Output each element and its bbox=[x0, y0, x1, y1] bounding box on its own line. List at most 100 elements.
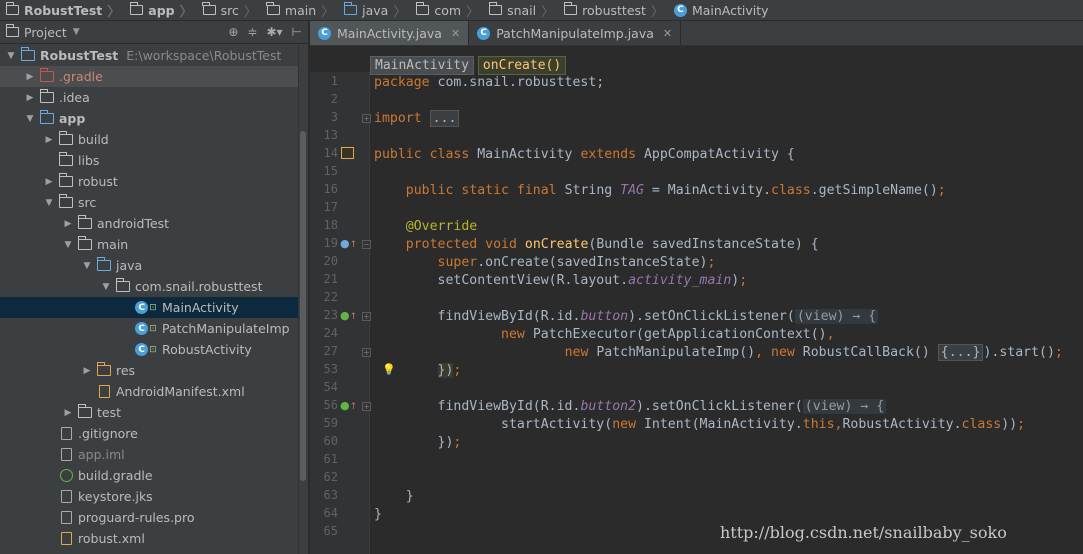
tree-node-app[interactable]: ▼ app bbox=[0, 108, 298, 129]
line-number: 20 bbox=[323, 254, 338, 268]
breadcrumb-label: snail bbox=[507, 2, 537, 18]
tree-node-gitignore[interactable]: .gitignore bbox=[0, 423, 298, 444]
hide-panel-icon[interactable]: ⊢ bbox=[292, 25, 302, 39]
view-dropdown-icon[interactable]: ▼ bbox=[73, 27, 80, 37]
class-gutter-icon[interactable] bbox=[340, 147, 354, 162]
folder-icon bbox=[39, 89, 55, 105]
tree-node-keystore-jks[interactable]: keystore.jks bbox=[0, 486, 298, 507]
expanded-arrow-icon[interactable]: ▼ bbox=[80, 261, 94, 271]
expanded-arrow-icon[interactable]: ▼ bbox=[23, 114, 37, 124]
tree-node-label: androidTest bbox=[97, 216, 170, 231]
tree-node-label: keystore.jks bbox=[78, 489, 153, 504]
tree-node-label: app.iml bbox=[78, 447, 125, 462]
fold-collapse-icon[interactable]: − bbox=[362, 240, 371, 249]
tree-node-androidmanifest-xml[interactable]: AndroidManifest.xml bbox=[0, 381, 298, 402]
breadcrumb-item[interactable]: java 〉 bbox=[338, 0, 410, 20]
breadcrumb-item[interactable]: main 〉 bbox=[261, 0, 338, 20]
tree-node-androidtest[interactable]: ▶ androidTest bbox=[0, 213, 298, 234]
close-tab-icon[interactable]: ✕ bbox=[663, 27, 672, 40]
tree-node-label: com.snail.robusttest bbox=[135, 279, 263, 294]
tree-node-proguard-rules-pro[interactable]: proguard-rules.pro bbox=[0, 507, 298, 528]
breadcrumb-item[interactable]: robusttest 〉 bbox=[558, 0, 668, 20]
navigation-bar: RobustTest 〉 app 〉 src 〉 main 〉 java 〉 com 〉 snail 〉 r… bbox=[0, 0, 1083, 21]
package-folder-icon bbox=[563, 2, 578, 15]
tree-node-robust-xml[interactable]: robust.xml bbox=[0, 528, 298, 549]
collapsed-arrow-icon[interactable]: ▶ bbox=[61, 219, 75, 229]
expanded-arrow-icon[interactable]: ▼ bbox=[42, 198, 56, 208]
line-number: 16 bbox=[323, 182, 338, 196]
editor-tab[interactable]: C PatchManipulateImp.java ✕ bbox=[469, 21, 682, 45]
project-view-title[interactable]: Project bbox=[24, 25, 67, 40]
tree-node-res[interactable]: ▶ res bbox=[0, 360, 298, 381]
gradle-file-icon bbox=[58, 469, 74, 483]
tree-node-gradle[interactable]: ▶ .gradle bbox=[0, 66, 298, 87]
collapsed-arrow-icon[interactable]: ▶ bbox=[42, 177, 56, 187]
close-tab-icon[interactable]: ✕ bbox=[451, 27, 460, 40]
tree-node-label: .gradle bbox=[59, 69, 103, 84]
tree-node-build[interactable]: ▶ build bbox=[0, 129, 298, 150]
project-scrollbar-thumb[interactable] bbox=[300, 131, 306, 481]
breadcrumb-item[interactable]: snail 〉 bbox=[483, 0, 558, 20]
implements-method-icon[interactable]: ●↑ bbox=[340, 309, 357, 322]
tree-node-test[interactable]: ▶ test bbox=[0, 402, 298, 423]
tree-node-java[interactable]: ▼ java bbox=[0, 255, 298, 276]
tree-node-idea[interactable]: ▶ .idea bbox=[0, 87, 298, 108]
tree-node-label: AndroidManifest.xml bbox=[116, 384, 245, 399]
code-line: } bbox=[374, 489, 414, 504]
module-folder-icon bbox=[39, 110, 55, 126]
tree-node-app-iml[interactable]: app.iml bbox=[0, 444, 298, 465]
tree-node-robust[interactable]: ▶ robust bbox=[0, 171, 298, 192]
java-class-icon: C ⊡ bbox=[134, 322, 158, 336]
breadcrumb-separator-icon: 〉 bbox=[243, 4, 257, 20]
tree-node-main[interactable]: ▼ main bbox=[0, 234, 298, 255]
breadcrumb-item[interactable]: com 〉 bbox=[410, 0, 483, 20]
file-icon bbox=[58, 511, 74, 525]
expanded-arrow-icon[interactable]: ▼ bbox=[4, 51, 18, 61]
tree-node-libs[interactable]: libs bbox=[0, 150, 298, 171]
expanded-arrow-icon[interactable]: ▼ bbox=[61, 240, 75, 250]
fold-expand-icon[interactable]: + bbox=[362, 312, 371, 321]
collapsed-arrow-icon[interactable]: ▶ bbox=[80, 366, 94, 376]
tree-node-patchmanipulateimp[interactable]: C ⊡ PatchManipulateImp bbox=[0, 318, 298, 339]
editor-gutter: 1 2 3 +13 14 15 16 17 18 19 ●↑ −20 21 22 23 ●↑ +24 27 +53 5… bbox=[310, 72, 371, 554]
folder-icon bbox=[58, 173, 74, 189]
tree-node-src[interactable]: ▼ src bbox=[0, 192, 298, 213]
tree-node-mainactivity[interactable]: C ⊡ MainActivity bbox=[0, 297, 298, 318]
scroll-from-source-icon[interactable]: ⊕ bbox=[228, 25, 238, 39]
breadcrumb-item[interactable]: C MainActivity bbox=[668, 0, 773, 20]
tree-node-label: MainActivity bbox=[162, 300, 239, 315]
editor-tab-label: MainActivity.java bbox=[337, 25, 442, 41]
collapsed-arrow-icon[interactable]: ▶ bbox=[23, 72, 37, 82]
implements-method-icon[interactable]: ●↑ bbox=[340, 399, 357, 412]
breadcrumb-item[interactable]: RobustTest 〉 bbox=[0, 0, 124, 20]
collapse-all-icon[interactable]: ≑ bbox=[247, 25, 257, 39]
breadcrumb-item[interactable]: src 〉 bbox=[197, 0, 261, 20]
settings-gear-icon[interactable]: ✱▾ bbox=[266, 25, 282, 39]
editor-tab[interactable]: C MainActivity.java ✕ bbox=[310, 21, 470, 45]
tree-node-robustactivity[interactable]: C ⊡ RobustActivity bbox=[0, 339, 298, 360]
watermark: http://blog.csdn.net/snailbaby_soko bbox=[720, 523, 1007, 542]
line-number: 18 bbox=[323, 218, 338, 232]
override-method-icon[interactable]: ●↑ bbox=[340, 237, 357, 250]
code-line: new PatchManipulateImp(), new RobustCall… bbox=[564, 344, 1063, 361]
tree-node-build-gradle[interactable]: build.gradle bbox=[0, 465, 298, 486]
code-view[interactable]: package com.snail.robusttest; import ... p… bbox=[374, 72, 1083, 554]
breadcrumb-item[interactable]: app 〉 bbox=[124, 0, 196, 20]
collapsed-arrow-icon[interactable]: ▶ bbox=[61, 408, 75, 418]
fold-expand-icon[interactable]: + bbox=[362, 348, 371, 357]
breadcrumb-label: src bbox=[220, 2, 239, 18]
collapsed-arrow-icon[interactable]: ▶ bbox=[23, 93, 37, 103]
fold-expand-icon[interactable]: + bbox=[362, 402, 371, 411]
expanded-arrow-icon[interactable]: ▼ bbox=[99, 282, 113, 292]
code-line: import ... bbox=[374, 110, 460, 128]
tree-node-robusttest[interactable]: ▼ RobustTest E:\workspace\RobustTest bbox=[0, 45, 298, 66]
tree-node-label: RobustActivity bbox=[162, 342, 252, 357]
fold-expand-icon[interactable]: + bbox=[362, 114, 371, 123]
collapsed-arrow-icon[interactable]: ▶ bbox=[42, 135, 56, 145]
java-class-icon: C bbox=[318, 26, 331, 40]
editor-tab-bar: C MainActivity.java ✕ C PatchManipulateImp.j… bbox=[310, 21, 1083, 46]
tree-node-com-snail-robusttest[interactable]: ▼ com.snail.robusttest bbox=[0, 276, 298, 297]
line-number: 23 bbox=[323, 308, 338, 322]
tree-node-label: robust bbox=[78, 174, 118, 189]
folder-icon bbox=[77, 404, 93, 420]
